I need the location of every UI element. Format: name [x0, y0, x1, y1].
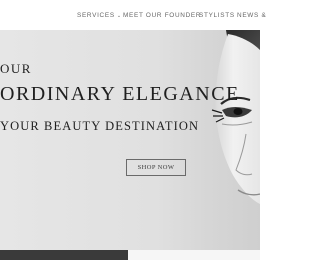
nav-item-meet-our-founder[interactable]: MEET OUR FOUNDER — [123, 10, 201, 22]
nav-item-stylists[interactable]: STYLISTS — [199, 10, 235, 22]
main-nav: SERVICES ⌄ MEET OUR FOUNDER STYLISTS NEWS… — [0, 10, 266, 22]
hero-banner: OUR ORDINARY ELEGANCE YOUR BEAUTY DESTIN… — [0, 30, 260, 250]
top-nav-bar: SERVICES ⌄ MEET OUR FOUNDER STYLISTS NEWS… — [0, 0, 266, 30]
model-face-image — [211, 30, 260, 204]
footer-strip-dark — [0, 250, 128, 260]
shop-now-button[interactable]: SHOP NOW — [126, 159, 186, 176]
footer-strip-light — [128, 250, 260, 260]
chevron-down-icon: ⌄ — [116, 13, 122, 19]
hero-heading-line-2: ORDINARY ELEGANCE — [0, 83, 240, 105]
nav-item-news[interactable]: NEWS & — [237, 10, 266, 22]
nav-item-services[interactable]: SERVICES ⌄ — [77, 10, 122, 22]
hero-heading-line-1: OUR — [0, 61, 32, 76]
hero-subheading: YOUR BEAUTY DESTINATION — [0, 119, 200, 133]
nav-item-services-label: SERVICES — [77, 12, 115, 19]
